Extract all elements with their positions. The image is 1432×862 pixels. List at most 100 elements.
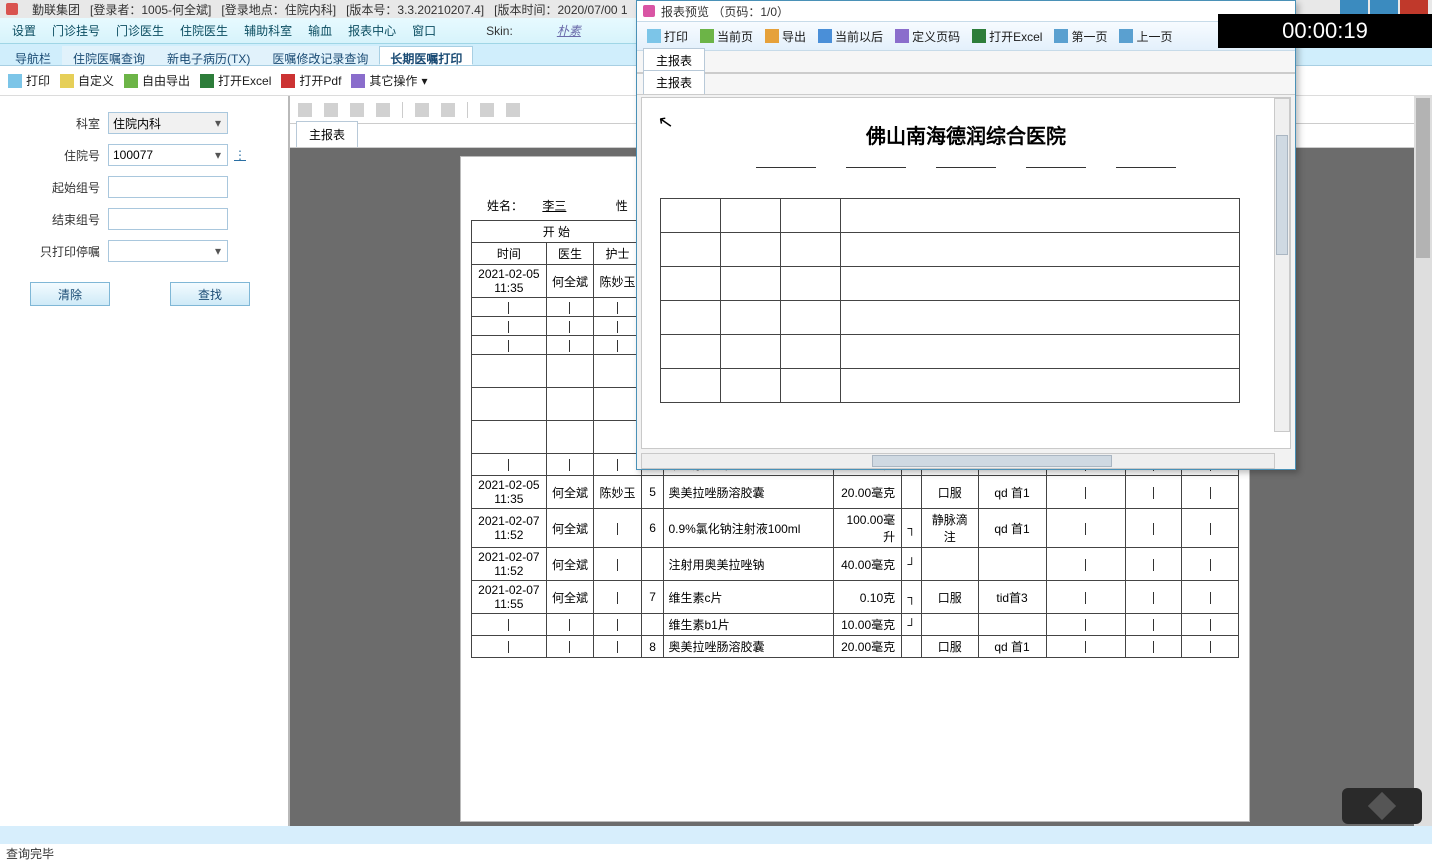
open-excel-button[interactable]: 打开Excel [200, 72, 271, 89]
skin-label: Skin: [486, 24, 513, 38]
first-page-icon[interactable] [298, 103, 312, 117]
dept-value: 住院内科 [113, 115, 161, 132]
hospital-name: 佛山南海德润综合医院 [642, 120, 1290, 149]
menu-settings[interactable]: 设置 [6, 20, 42, 41]
find-button[interactable]: 查找 [170, 282, 250, 306]
pv-tab-main[interactable]: 主报表 [643, 48, 705, 72]
preview-h-scrollbar[interactable] [641, 453, 1275, 469]
version: [版本号：3.3.20210207.4] [346, 1, 484, 18]
vertical-scrollbar[interactable] [1414, 96, 1432, 826]
excel-icon [972, 29, 986, 43]
other-actions-button[interactable]: 其它操作 ▾ [351, 72, 427, 89]
pv-current-after-button[interactable]: 当前以后 [814, 26, 887, 47]
pv-prev-page-button[interactable]: 上一页 [1115, 26, 1176, 47]
dept-label: 科室 [10, 115, 100, 132]
table-row: 2021-02-05 11:35何全斌陈妙玉5奥美拉唑肠溶胶囊20.00毫克口服… [472, 476, 1239, 509]
dept-combo[interactable]: 住院内科 ▾ [108, 112, 228, 134]
blank-field [1026, 167, 1086, 168]
preview-body: 佛山南海德润综合医院 [641, 97, 1291, 449]
gear-icon [895, 29, 909, 43]
table-row: 维生素b1片10.00毫克┘ [472, 614, 1239, 636]
first-page-icon [1054, 29, 1068, 43]
page-icon [700, 29, 714, 43]
pv-tab-main-2[interactable]: 主报表 [643, 70, 705, 94]
end-group-input[interactable] [108, 208, 228, 230]
menu-blood[interactable]: 输血 [302, 20, 338, 41]
subtab-main-report[interactable]: 主报表 [296, 121, 358, 147]
preview-toolbar: 打印 当前页 导出 当前以后 定义页码 打开Excel 第一页 上一页 [637, 21, 1295, 51]
pv-export-button[interactable]: 导出 [761, 26, 810, 47]
refresh-icon[interactable] [506, 103, 520, 117]
menu-outpatient-reg[interactable]: 门诊挂号 [46, 20, 106, 41]
tray-widget[interactable] [1342, 788, 1422, 824]
login-location: [登录地点：住院内科] [221, 1, 336, 18]
menu-report-center[interactable]: 报表中心 [342, 20, 402, 41]
admission-no-combo[interactable]: 100077 ▾ [108, 144, 228, 166]
other-icon [351, 74, 365, 88]
patient-name-value: 李三 [526, 199, 582, 213]
admission-no-label: 住院号 [10, 147, 100, 164]
start-group-input[interactable] [108, 176, 228, 198]
tab-nav[interactable]: 导航栏 [4, 46, 62, 65]
zoom-in-icon[interactable] [441, 103, 455, 117]
pv-open-excel-button[interactable]: 打开Excel [968, 26, 1046, 47]
tab-longterm-order-print[interactable]: 长期医嘱打印 [379, 46, 473, 65]
admission-lookup-button[interactable]: ⋮ [234, 148, 246, 162]
excel-icon [200, 74, 214, 88]
col-start: 开 始 [472, 221, 642, 243]
tab-inpatient-order-query[interactable]: 住院医嘱查询 [62, 46, 156, 65]
open-pdf-button[interactable]: 打开Pdf [281, 72, 341, 89]
recording-timer: 00:00:19 [1218, 14, 1432, 48]
scrollbar-thumb[interactable] [1276, 135, 1288, 255]
col-doctor: 医生 [546, 243, 594, 265]
chevron-down-icon: ▾ [421, 74, 427, 88]
custom-button[interactable]: 自定义 [60, 72, 114, 89]
pv-first-page-button[interactable]: 第一页 [1050, 26, 1111, 47]
admission-no-value: 100077 [113, 148, 153, 162]
pv-define-page-button[interactable]: 定义页码 [891, 26, 964, 47]
end-group-label: 结束组号 [10, 211, 100, 228]
patient-sex-label: 性 [616, 199, 628, 213]
last-page-icon[interactable] [376, 103, 390, 117]
export-icon [124, 74, 138, 88]
only-stopped-combo[interactable]: ▾ [108, 240, 228, 262]
col-time: 时间 [472, 243, 547, 265]
preview-blank-grid [660, 198, 1240, 403]
scrollbar-thumb[interactable] [1416, 98, 1430, 258]
pv-current-page-button[interactable]: 当前页 [696, 26, 757, 47]
menu-auxiliary-dept[interactable]: 辅助科室 [238, 20, 298, 41]
table-row: 2021-02-07 11:55何全斌7维生素c片0.10克┐口服tid首3 [472, 581, 1239, 614]
print-button[interactable]: 打印 [8, 72, 50, 89]
tab-order-modify-log[interactable]: 医嘱修改记录查询 [261, 46, 379, 65]
blank-field [936, 167, 996, 168]
tab-emr[interactable]: 新电子病历(TX) [156, 46, 261, 65]
filter-panel: 科室 住院内科 ▾ 住院号 100077 ▾ ⋮ 起始组号 结束组号 只打印停嘱 [0, 96, 290, 826]
export-icon [765, 29, 779, 43]
pv-print-button[interactable]: 打印 [643, 26, 692, 47]
tray-icon [1368, 792, 1396, 820]
app-name: 勤联集团 [32, 1, 80, 18]
pdf-icon [281, 74, 295, 88]
app-icon [6, 3, 18, 15]
next-page-icon[interactable] [350, 103, 364, 117]
blank-field [756, 167, 816, 168]
menu-window[interactable]: 窗口 [406, 20, 442, 41]
preview-title-bar[interactable]: 报表预览 （页码：1/0） [637, 1, 1295, 21]
prev-page-icon[interactable] [324, 103, 338, 117]
menu-inpatient-doctor[interactable]: 住院医生 [174, 20, 234, 41]
clear-button[interactable]: 清除 [30, 282, 110, 306]
skin-value[interactable]: 朴素 [557, 22, 581, 39]
table-row: 2021-02-07 11:52何全斌60.9%氯化钠注射液100ml100.0… [472, 509, 1239, 548]
preview-v-scrollbar[interactable] [1274, 98, 1290, 432]
free-export-button[interactable]: 自由导出 [124, 72, 190, 89]
zoom-out-icon[interactable] [415, 103, 429, 117]
menu-outpatient-doctor[interactable]: 门诊医生 [110, 20, 170, 41]
chevron-down-icon: ▾ [213, 244, 223, 258]
search-icon[interactable] [480, 103, 494, 117]
scrollbar-thumb[interactable] [872, 455, 1112, 467]
col-nurse: 护士 [594, 243, 642, 265]
start-group-label: 起始组号 [10, 179, 100, 196]
table-row: 8奥美拉唑肠溶胶囊20.00毫克口服qd 首1 [472, 636, 1239, 658]
blank-field [846, 167, 906, 168]
build-time: [版本时间：2020/07/00 1 [494, 1, 627, 18]
